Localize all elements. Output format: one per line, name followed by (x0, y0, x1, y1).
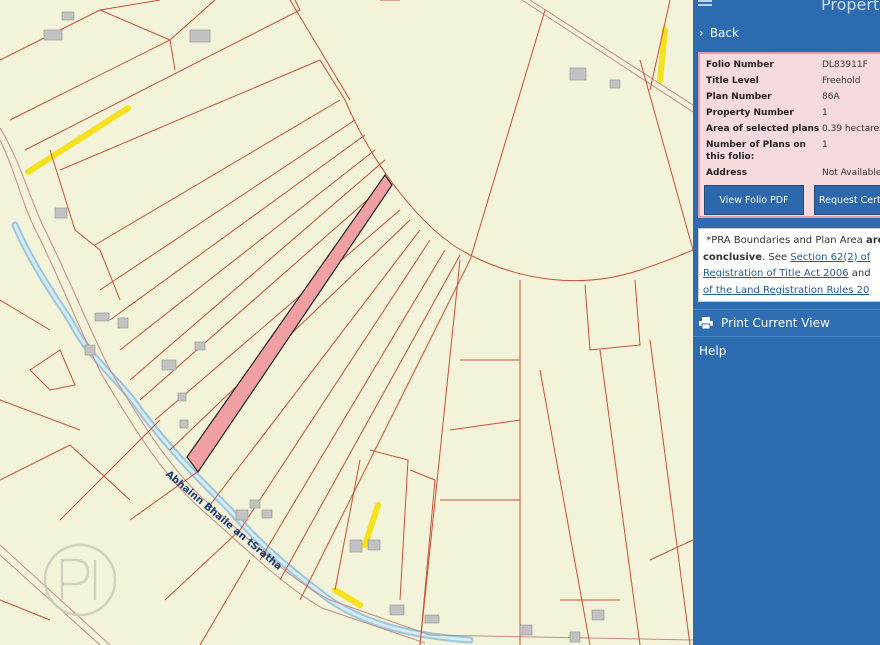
chevron-right-icon: › (699, 26, 704, 40)
request-certificate-button[interactable]: Request Certi (814, 185, 880, 215)
help-label: Help (699, 344, 727, 358)
info-row-folio: Folio Number DL83911F (706, 60, 868, 70)
info-row-plan-number: Plan Number 86A (706, 92, 840, 102)
info-row-area: Area of selected plans0.39 hectares. (706, 124, 880, 134)
land-registration-rules-link[interactable]: of the Land Registration Rules 20 (703, 285, 869, 296)
info-row-number-of-plans-cont: this folio: (706, 152, 755, 162)
back-button[interactable]: › Back (693, 20, 880, 46)
printer-icon (699, 317, 713, 329)
map-background (0, 0, 693, 645)
print-current-view-button[interactable]: Print Current View (693, 309, 880, 337)
section-62-link[interactable]: Section 62(2) of (790, 252, 870, 263)
folio-info-box: Folio Number DL83911F Title Level Freehold… (698, 52, 880, 218)
view-folio-pdf-button[interactable]: View Folio PDF (704, 185, 804, 215)
back-label: Back (709, 26, 739, 40)
hamburger-menu-icon[interactable] (698, 0, 712, 8)
help-link[interactable]: Help (693, 338, 880, 364)
info-row-number-of-plans: Number of Plans on 1 (706, 140, 828, 150)
map-view[interactable]: Abhainn Bhaile an tSratha (0, 0, 693, 645)
property-panel: Propert › Back Folio Number DL83911F Titl… (693, 0, 880, 645)
map-canvas[interactable]: Abhainn Bhaile an tSratha (0, 0, 693, 645)
registration-act-link[interactable]: Registration of Title Act 2006 (703, 268, 849, 279)
print-current-view-label: Print Current View (721, 316, 830, 330)
info-row-title-level: Title Level Freehold (706, 76, 861, 86)
info-row-property-number: Property Number 1 (706, 108, 828, 118)
info-row-address: Address Not Available (706, 168, 880, 178)
disclaimer-note: *PRA Boundaries and Plan Area are n conc… (698, 228, 880, 302)
panel-title: Propert (821, 0, 880, 14)
